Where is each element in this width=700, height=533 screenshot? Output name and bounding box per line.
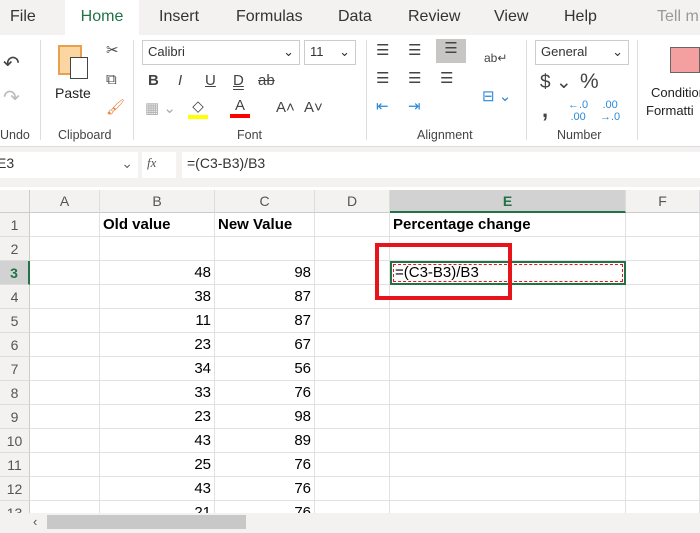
cell[interactable] [390,381,626,405]
cell[interactable] [626,261,700,285]
new-value-cell[interactable]: 98 [215,261,315,285]
old-value-cell[interactable]: 43 [100,429,215,453]
row-header-3[interactable]: 3 [0,261,30,285]
cell[interactable] [315,357,390,381]
cell[interactable] [30,477,100,501]
old-value-cell[interactable]: 23 [100,333,215,357]
old-value-cell[interactable]: 34 [100,357,215,381]
cell[interactable] [390,405,626,429]
row-header-8[interactable]: 8 [0,381,30,405]
header-old-value[interactable]: Old value [100,213,215,237]
cell[interactable] [626,285,700,309]
cell[interactable] [30,405,100,429]
cell[interactable] [315,381,390,405]
old-value-cell[interactable]: 21 [100,501,215,513]
cell[interactable] [626,405,700,429]
old-value-cell[interactable]: 23 [100,405,215,429]
row-header-11[interactable]: 11 [0,453,30,477]
row-header-7[interactable]: 7 [0,357,30,381]
row-header-4[interactable]: 4 [0,285,30,309]
row-header-5[interactable]: 5 [0,309,30,333]
cell[interactable] [626,213,700,237]
new-value-cell[interactable]: 89 [215,429,315,453]
row-header-10[interactable]: 10 [0,429,30,453]
cell[interactable] [30,381,100,405]
row-header-1[interactable]: 1 [0,213,30,237]
cell[interactable] [390,453,626,477]
cell[interactable] [315,333,390,357]
cell[interactable] [390,477,626,501]
new-value-cell[interactable]: 76 [215,501,315,513]
cell[interactable] [315,309,390,333]
horizontal-scrollbar-area: ‹ [0,513,700,533]
row-header-13[interactable]: 13 [0,501,30,513]
cell[interactable] [30,333,100,357]
new-value-cell[interactable]: 76 [215,453,315,477]
highlight-box [375,243,512,300]
cell[interactable] [390,429,626,453]
cell[interactable] [30,213,100,237]
cell[interactable] [626,309,700,333]
new-value-cell[interactable]: 76 [215,381,315,405]
cell[interactable] [390,501,626,513]
new-value-cell[interactable]: 87 [215,309,315,333]
cell[interactable] [315,453,390,477]
cell[interactable] [315,405,390,429]
row-header-2[interactable]: 2 [0,237,30,261]
cell[interactable] [30,285,100,309]
cell[interactable] [390,333,626,357]
new-value-cell[interactable]: 67 [215,333,315,357]
cell[interactable] [100,237,215,261]
new-value-cell[interactable]: 56 [215,357,315,381]
cell[interactable] [30,309,100,333]
cell[interactable] [626,381,700,405]
cell[interactable] [626,429,700,453]
scroll-left-icon[interactable]: ‹ [33,514,37,529]
cell[interactable] [626,333,700,357]
cell[interactable] [390,357,626,381]
old-value-cell[interactable]: 25 [100,453,215,477]
cell[interactable] [30,261,100,285]
cell[interactable] [626,453,700,477]
old-value-cell[interactable]: 33 [100,381,215,405]
cell[interactable] [30,501,100,513]
cell[interactable] [215,237,315,261]
old-value-cell[interactable]: 43 [100,477,215,501]
cell[interactable] [315,477,390,501]
row-header-6[interactable]: 6 [0,333,30,357]
cell[interactable] [30,429,100,453]
cell[interactable] [315,501,390,513]
cell[interactable] [626,477,700,501]
row-header-12[interactable]: 12 [0,477,30,501]
cell[interactable] [390,309,626,333]
cell[interactable] [626,357,700,381]
cell[interactable] [626,501,700,513]
cell[interactable] [315,213,390,237]
cell[interactable] [30,237,100,261]
row-header-9[interactable]: 9 [0,405,30,429]
new-value-cell[interactable]: 76 [215,477,315,501]
new-value-cell[interactable]: 98 [215,405,315,429]
horizontal-scrollbar-thumb[interactable] [47,515,246,529]
new-value-cell[interactable]: 87 [215,285,315,309]
header-new-value[interactable]: New Value [215,213,315,237]
cell[interactable] [626,237,700,261]
cell[interactable] [30,453,100,477]
header-percentage-change[interactable]: Percentage change [390,213,626,237]
old-value-cell[interactable]: 38 [100,285,215,309]
old-value-cell[interactable]: 48 [100,261,215,285]
old-value-cell[interactable]: 11 [100,309,215,333]
cell[interactable] [315,429,390,453]
cell[interactable] [30,357,100,381]
